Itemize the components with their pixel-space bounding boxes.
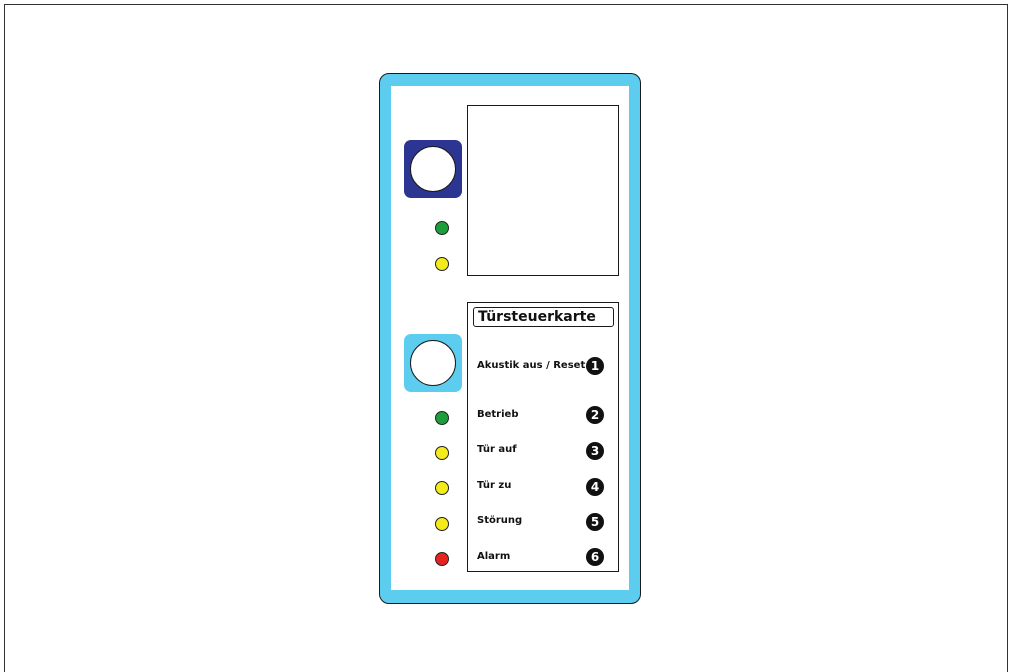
top-push-button[interactable] [404,140,462,198]
led-door-open [435,446,449,460]
led-top-yellow [435,257,449,271]
reset-button-cap [410,340,456,386]
label-operation: Betrieb [477,409,519,420]
callout-1: 1 [586,357,604,375]
door-control-panel: Türsteuerkarte Akustik aus / Reset 1 Bet… [379,73,641,604]
label-reset: Akustik aus / Reset [477,360,586,371]
led-alarm [435,552,449,566]
label-alarm: Alarm [477,551,511,562]
label-fault: Störung [477,515,523,526]
display-window [467,105,619,276]
reset-push-button[interactable] [404,334,462,392]
callout-6: 6 [586,548,604,566]
top-button-cap [410,146,456,192]
label-card: Türsteuerkarte Akustik aus / Reset 1 Bet… [467,302,619,572]
led-fault [435,517,449,531]
led-door-closed [435,481,449,495]
panel-face: Türsteuerkarte Akustik aus / Reset 1 Bet… [391,86,629,590]
label-door-closed: Tür zu [477,480,512,491]
led-top-green [435,221,449,235]
card-title: Türsteuerkarte [473,307,614,327]
callout-2: 2 [586,406,604,424]
label-door-open: Tür auf [477,444,517,455]
callout-4: 4 [586,478,604,496]
led-operation [435,411,449,425]
callout-5: 5 [586,513,604,531]
callout-3: 3 [586,442,604,460]
